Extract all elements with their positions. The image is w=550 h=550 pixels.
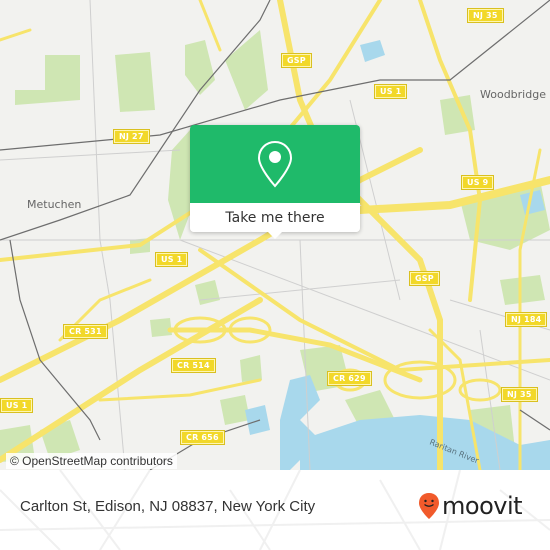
address-text: Carlton St, Edison, NJ 08837, New York C… — [20, 498, 316, 515]
route-shield-gsp-center: GSP — [410, 272, 439, 285]
route-shield-cr531: CR 531 — [64, 325, 107, 338]
moovit-pin-icon — [419, 493, 439, 519]
route-shield-nj35-north: NJ 35 — [468, 9, 503, 22]
route-shield-us1-center: US 1 — [156, 253, 188, 266]
footer-bar: Carlton St, Edison, NJ 08837, New York C… — [0, 470, 550, 550]
route-shield-us9: US 9 — [462, 176, 494, 189]
route-shield-nj35-south: NJ 35 — [502, 388, 537, 401]
route-shield-nj184: NJ 184 — [506, 313, 547, 326]
water-areas — [245, 40, 550, 470]
brand-name: moovit — [442, 492, 523, 520]
moovit-logo: moovit — [418, 492, 523, 520]
destination-popup: Take me there — [190, 125, 360, 239]
popup-header[interactable] — [190, 125, 360, 203]
route-shield-us1-north: US 1 — [375, 85, 407, 98]
location-pin-icon — [257, 140, 293, 188]
route-shield-cr656: CR 656 — [181, 431, 224, 444]
route-shield-nj27: NJ 27 — [114, 130, 149, 143]
route-shield-gsp-north: GSP — [282, 54, 311, 67]
popup-pointer — [268, 232, 282, 239]
place-label-woodbridge: Woodbridge — [480, 88, 546, 101]
route-shield-us1-west: US 1 — [1, 399, 33, 412]
place-label-metuchen: Metuchen — [27, 198, 82, 211]
route-shield-cr629: CR 629 — [328, 372, 371, 385]
map-view[interactable]: Metuchen Woodbridge Raritan River NJ 27 … — [0, 0, 550, 470]
take-me-there-button[interactable]: Take me there — [190, 203, 360, 232]
map-attribution[interactable]: © OpenStreetMap contributors — [6, 453, 177, 469]
route-shield-cr514: CR 514 — [172, 359, 215, 372]
